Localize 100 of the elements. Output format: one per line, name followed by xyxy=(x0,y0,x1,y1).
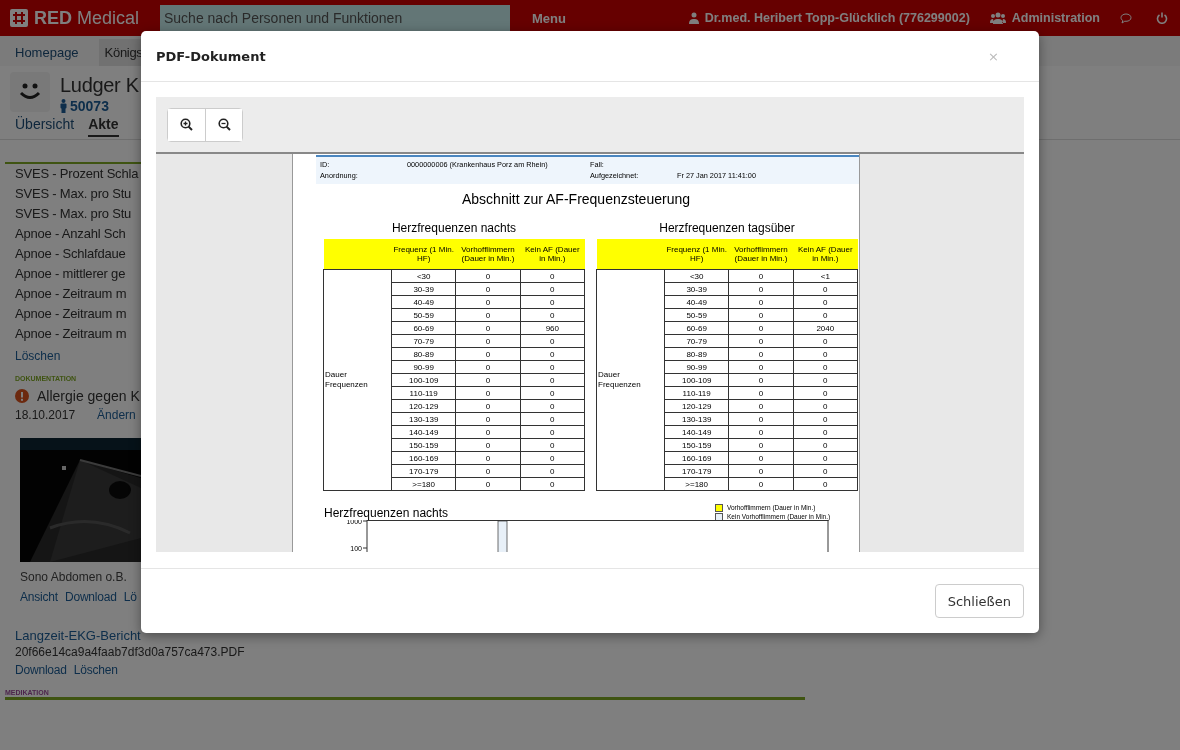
column-header: Frequenz (1 Min. HF) xyxy=(664,239,729,270)
entry-date: 18.10.2017 xyxy=(15,408,76,422)
table-cell: 30-39 xyxy=(664,282,729,296)
table-cell: 90-99 xyxy=(664,360,729,374)
nav-tab[interactable]: Homepage xyxy=(15,39,89,66)
row-header: Dauer Frequenzen xyxy=(323,269,392,491)
delete-link[interactable]: Löschen xyxy=(15,349,61,363)
table-cell: 0 xyxy=(793,451,858,465)
image-action-link[interactable]: Download xyxy=(64,590,117,604)
finding-item: Apnoe - Anzahl Sch xyxy=(15,225,126,243)
table-cell: 70-79 xyxy=(664,334,729,348)
table-cell: 0 xyxy=(520,373,585,387)
smiley-avatar xyxy=(10,72,50,112)
table-cell: 80-89 xyxy=(664,347,729,361)
table-cell: 0 xyxy=(728,282,794,296)
power-icon[interactable] xyxy=(1156,12,1168,24)
close-button[interactable]: × xyxy=(988,48,999,64)
table-cell: 0 xyxy=(520,386,585,400)
column-header: Vorhofflimmern (Dauer in Min.) xyxy=(455,239,521,270)
column-header: Kein AF (Dauer in Min.) xyxy=(793,239,858,270)
administration-link[interactable]: Administration xyxy=(1011,11,1100,25)
table-cell: <1 xyxy=(793,269,858,283)
table-cell: 100-109 xyxy=(664,373,729,387)
table-cell: 130-139 xyxy=(664,412,729,426)
table-cell: 100-109 xyxy=(391,373,456,387)
table-cell: 0 xyxy=(455,334,521,348)
zoom-out-button[interactable] xyxy=(205,108,242,141)
table-cell: 0 xyxy=(793,295,858,309)
column-header: Kein AF (Dauer in Min.) xyxy=(520,239,585,270)
table-cell: 0 xyxy=(520,334,585,348)
table-cell: 0 xyxy=(728,425,794,439)
file-action-link[interactable]: Löschen xyxy=(73,663,118,677)
search-field[interactable]: Suche nach Personen und Funktionen xyxy=(160,4,510,32)
column-header: Frequenz (1 Min. HF) xyxy=(391,239,456,270)
table-cell: 0 xyxy=(520,464,585,478)
table-cell: 0 xyxy=(793,308,858,322)
table-cell: 0 xyxy=(728,399,794,413)
nav-tab[interactable]: Königs xyxy=(98,39,143,66)
table-cell: 0 xyxy=(455,477,521,491)
table-cell: 0 xyxy=(793,477,858,491)
table-cell: 110-119 xyxy=(664,386,729,400)
table-cell: 60-69 xyxy=(664,321,729,335)
user-link[interactable]: Dr.med. Heribert Topp-Glücklich (776299002) xyxy=(704,11,970,25)
table-cell: 40-49 xyxy=(391,295,456,309)
record-tab[interactable]: Übersicht xyxy=(15,116,75,139)
table-cell: 50-59 xyxy=(391,308,456,322)
table-cell: <30 xyxy=(391,269,456,283)
image-action-link[interactable]: Ansicht xyxy=(20,590,58,604)
table-cell: 0 xyxy=(455,347,521,361)
table-cell: 0 xyxy=(728,269,794,283)
table-cell: 120-129 xyxy=(664,399,729,413)
table-cell: 0 xyxy=(793,360,858,374)
file-title-link[interactable]: Langzeit-EKG-Bericht xyxy=(15,628,141,643)
table-cell: 170-179 xyxy=(391,464,456,478)
table-cell: 0 xyxy=(728,321,794,335)
allergy-title: Allergie gegen K xyxy=(37,388,140,404)
table-cell: 0 xyxy=(455,321,521,335)
table-cell: 2040 xyxy=(793,321,858,335)
table-cell: 140-149 xyxy=(664,425,729,439)
table-cell: 0 xyxy=(793,347,858,361)
record-tab[interactable]: Akte xyxy=(88,116,119,137)
image-action-link[interactable]: Lö xyxy=(123,590,137,604)
person-icon xyxy=(60,99,67,113)
table-cell: 160-169 xyxy=(664,451,729,465)
table-cell: 70-79 xyxy=(391,334,456,348)
table-cell: 0 xyxy=(520,412,585,426)
table-cell: 0 xyxy=(455,360,521,374)
finding-item: Apnoe - Schlafdaue xyxy=(15,245,126,263)
menu-button[interactable]: Menu xyxy=(532,10,566,26)
table-cell: 0 xyxy=(793,334,858,348)
table-cell: 0 xyxy=(728,347,794,361)
table-cell: 80-89 xyxy=(391,347,456,361)
finding-item: Apnoe - mittlerer ge xyxy=(15,265,126,283)
table-cell: 90-99 xyxy=(391,360,456,374)
logo-icon xyxy=(10,9,28,27)
edit-link[interactable]: Ändern xyxy=(97,408,136,422)
users-icon xyxy=(989,12,1006,24)
finding-item: Apnoe - Zeitraum m xyxy=(15,285,127,303)
table-cell: 120-129 xyxy=(391,399,456,413)
close-dialog-button[interactable]: Schließen xyxy=(934,584,1024,618)
brand-name: RED Medical xyxy=(34,7,140,29)
table-cell: 0 xyxy=(455,386,521,400)
column-header: Vorhofflimmern (Dauer in Min.) xyxy=(728,239,794,270)
table-cell: 150-159 xyxy=(664,438,729,452)
table-cell: 0 xyxy=(728,464,794,478)
table-title: Herzfrequenzen nachts xyxy=(390,221,518,235)
table-cell: >=180 xyxy=(391,477,456,491)
row-header: Dauer Frequenzen xyxy=(596,269,665,491)
file-name: 20f66e14ca9a4faab7df3d0a757ca473.PDF xyxy=(15,645,245,659)
table-cell: 0 xyxy=(455,308,521,322)
table-cell: 0 xyxy=(455,373,521,387)
table-cell: >=180 xyxy=(664,477,729,491)
chart-bar xyxy=(497,520,508,552)
table-cell: 0 xyxy=(520,269,585,283)
table-cell: 0 xyxy=(520,282,585,296)
finding-item: Apnoe - Zeitraum m xyxy=(15,305,127,323)
chat-icon[interactable] xyxy=(1120,12,1132,24)
file-action-link[interactable]: Download xyxy=(15,663,67,677)
table-cell: 0 xyxy=(455,399,521,413)
table-cell: 140-149 xyxy=(391,425,456,439)
